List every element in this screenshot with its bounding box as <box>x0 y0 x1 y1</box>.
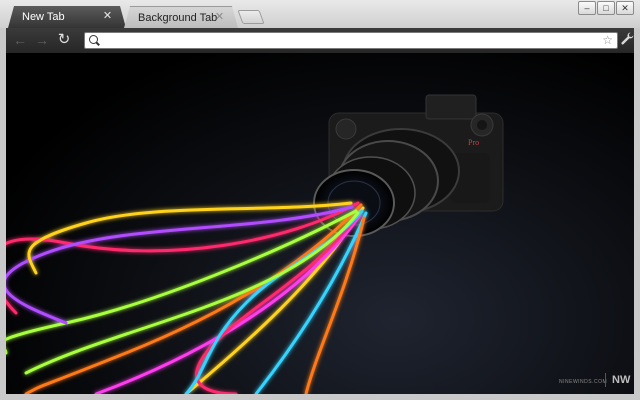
tab-label: New Tab <box>22 11 65 23</box>
window-controls: – □ ✕ <box>578 1 634 15</box>
omnibox[interactable]: ☆ <box>84 32 618 49</box>
forward-arrow-icon[interactable]: → <box>34 32 50 48</box>
maximize-button[interactable]: □ <box>597 1 615 15</box>
window-frame-bottom <box>0 394 640 400</box>
minimize-button[interactable]: – <box>578 1 596 15</box>
camera-brand-text: Pro <box>468 138 479 147</box>
omnibox-input[interactable] <box>103 33 597 48</box>
camera-graphic: Pro <box>313 94 504 237</box>
new-tab-button[interactable] <box>237 10 265 24</box>
watermark-text: NINEWINDS.COM <box>559 379 608 385</box>
star-icon[interactable]: ☆ <box>602 33 613 48</box>
reload-icon[interactable]: ↻ <box>56 32 72 48</box>
toolbar: ← → ↻ ☆ <box>6 28 634 53</box>
new-tab-page: Pro NINEWINDS.COM NW <box>6 53 634 394</box>
close-window-button[interactable]: ✕ <box>616 1 634 15</box>
tab-background-tab[interactable]: Background Tab ✕ <box>124 6 238 28</box>
close-icon[interactable]: ✕ <box>101 10 114 23</box>
tab-label: Background Tab <box>138 11 218 24</box>
light-streaks <box>6 201 368 394</box>
tab-new-tab[interactable]: New Tab ✕ <box>8 6 126 28</box>
back-arrow-icon[interactable]: ← <box>12 32 28 48</box>
wrench-glyph <box>620 32 633 45</box>
wrench-icon[interactable] <box>620 32 634 48</box>
watermark-logo: NW <box>612 374 631 386</box>
search-icon <box>89 35 98 44</box>
watermark-divider <box>605 373 606 387</box>
wallpaper-image: Pro <box>6 94 504 394</box>
close-icon[interactable]: ✕ <box>213 11 226 24</box>
title-bar: New Tab ✕ Background Tab ✕ – □ ✕ <box>0 0 640 28</box>
